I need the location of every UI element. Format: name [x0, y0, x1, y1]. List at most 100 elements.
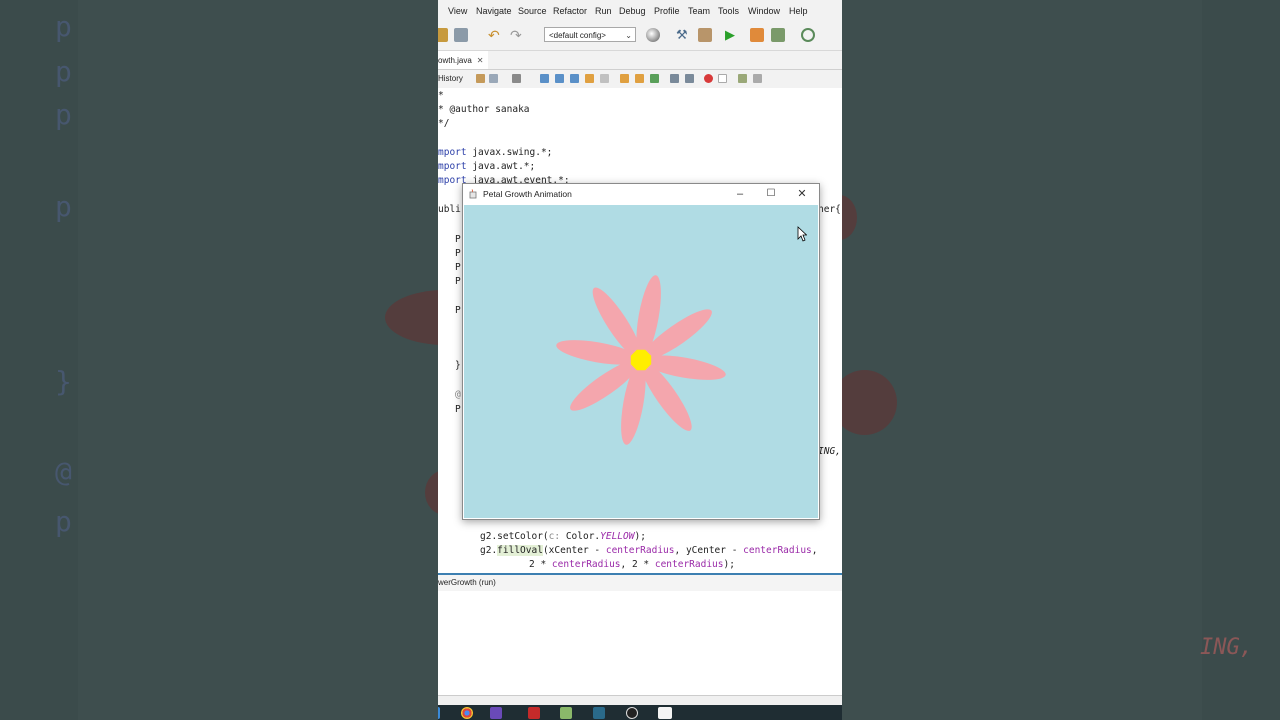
- background-letter: p: [55, 55, 72, 88]
- code-text: , yCenter -: [674, 545, 744, 556]
- toggle-rect-icon[interactable]: [600, 74, 609, 83]
- code-text: Color.: [560, 531, 601, 542]
- field: centerRadius: [551, 559, 621, 570]
- code-line: P: [455, 234, 461, 245]
- close-button[interactable]: ✕: [787, 186, 817, 202]
- code-text: , 2 *: [620, 559, 655, 570]
- background-letter: p: [55, 98, 72, 131]
- app-icon[interactable]: [560, 707, 572, 719]
- shift-left-icon[interactable]: [670, 74, 679, 83]
- code-text: );: [634, 531, 646, 542]
- build-hammer-icon[interactable]: ⚒: [676, 28, 690, 42]
- menu-profile[interactable]: Profile: [654, 6, 680, 16]
- background-left-panel: [78, 0, 438, 720]
- terminal-icon[interactable]: [593, 707, 605, 719]
- history-tab[interactable]: History: [438, 74, 463, 83]
- background-text: ING,: [1200, 635, 1253, 660]
- code-line: *: [438, 90, 444, 101]
- menu-view[interactable]: View: [448, 6, 467, 16]
- code-text: g2.setColor(: [480, 531, 549, 542]
- menu-run[interactable]: Run: [595, 6, 612, 16]
- code-line: mport javax.swing.*;: [438, 147, 552, 158]
- chrome-icon[interactable]: [461, 707, 473, 719]
- window-title-bar[interactable]: Petal Growth Animation – ☐ ✕: [463, 184, 819, 205]
- open-project-icon[interactable]: [438, 28, 448, 42]
- menu-navigate[interactable]: Navigate: [476, 6, 512, 16]
- teams-icon[interactable]: [490, 707, 502, 719]
- tab-flowergrowth-java[interactable]: owth.java ✕: [438, 51, 488, 69]
- shift-right-icon[interactable]: [685, 74, 694, 83]
- highlight-icon[interactable]: [585, 74, 594, 83]
- start-icon[interactable]: [438, 707, 440, 719]
- maximize-button[interactable]: ☐: [756, 186, 786, 202]
- debug-icon[interactable]: [750, 28, 764, 42]
- editor-tab-bar: owth.java ✕: [438, 51, 842, 70]
- toggle-icon[interactable]: [512, 74, 521, 83]
- field: centerRadius: [654, 559, 724, 570]
- find-icon[interactable]: [540, 74, 549, 83]
- background-letter: }: [55, 365, 72, 398]
- code-line: ubli: [438, 204, 461, 215]
- find-previous-icon[interactable]: [555, 74, 564, 83]
- next-bookmark-icon[interactable]: [635, 74, 644, 83]
- menu-tools[interactable]: Tools: [718, 6, 739, 16]
- menu-bar: View Navigate Source Refactor Run Debug …: [438, 0, 842, 22]
- obs-icon[interactable]: [626, 707, 638, 719]
- param-hint: c:: [548, 531, 561, 542]
- undo-icon[interactable]: ↶: [488, 28, 502, 42]
- stop-macro-icon[interactable]: [718, 74, 727, 83]
- code-text: (xCenter -: [542, 545, 606, 556]
- constant: YELLOW: [600, 531, 635, 542]
- output-tab-bar: werGrowth (run): [438, 573, 842, 593]
- run-icon[interactable]: ▶: [725, 28, 739, 42]
- code-line: P: [455, 276, 461, 287]
- output-tab[interactable]: werGrowth (run): [438, 578, 496, 587]
- find-next-icon[interactable]: [570, 74, 579, 83]
- config-select[interactable]: <default config> ⌄: [544, 27, 636, 42]
- minimize-button[interactable]: –: [725, 186, 755, 202]
- output-console[interactable]: [438, 591, 842, 695]
- source-dropdown-icon[interactable]: [489, 74, 498, 83]
- toggle-bookmark-icon[interactable]: [650, 74, 659, 83]
- code-text: 2 *: [529, 559, 552, 570]
- windows-taskbar: [438, 705, 842, 720]
- keyword: mport: [438, 161, 467, 172]
- code-line: }: [455, 360, 461, 371]
- code-line: ner{: [818, 204, 841, 215]
- animation-canvas[interactable]: [464, 205, 818, 518]
- code-text: g2.: [480, 545, 498, 556]
- java-icon[interactable]: [658, 707, 672, 719]
- petal-growth-window: Petal Growth Animation – ☐ ✕: [462, 183, 820, 520]
- close-icon[interactable]: ✕: [477, 56, 484, 65]
- profiler-clock-icon[interactable]: [801, 28, 815, 42]
- code-line: g2.fillOval(xCenter - centerRadius, yCen…: [480, 545, 818, 556]
- background-letter: p: [55, 10, 72, 43]
- uncomment-icon[interactable]: [753, 74, 762, 83]
- tab-label: owth.java: [438, 56, 472, 65]
- profile-icon[interactable]: [771, 28, 785, 42]
- record-macro-icon[interactable]: [704, 74, 713, 83]
- method-name: fillOval: [497, 545, 543, 556]
- acrobat-icon[interactable]: [528, 707, 540, 719]
- java-cup-icon: [469, 189, 477, 199]
- back-icon[interactable]: [476, 74, 485, 83]
- globe-icon[interactable]: [646, 28, 660, 42]
- background-right: ING,: [842, 0, 1280, 720]
- menu-help[interactable]: Help: [789, 6, 808, 16]
- field: centerRadius: [743, 545, 812, 556]
- code-line: ING,: [818, 446, 841, 457]
- comment-icon[interactable]: [738, 74, 747, 83]
- menu-refactor[interactable]: Refactor: [553, 6, 587, 16]
- prev-bookmark-icon[interactable]: [620, 74, 629, 83]
- save-all-icon[interactable]: [454, 28, 468, 42]
- menu-debug[interactable]: Debug: [619, 6, 646, 16]
- background-letter: p: [55, 190, 72, 223]
- config-value: <default config>: [549, 31, 606, 40]
- menu-source[interactable]: Source: [518, 6, 547, 16]
- redo-icon[interactable]: ↷: [510, 28, 524, 42]
- menu-window[interactable]: Window: [748, 6, 780, 16]
- editor-toolbar: History: [438, 70, 842, 89]
- clean-build-icon[interactable]: [698, 28, 712, 42]
- window-title: Petal Growth Animation: [483, 189, 572, 199]
- menu-team[interactable]: Team: [688, 6, 710, 16]
